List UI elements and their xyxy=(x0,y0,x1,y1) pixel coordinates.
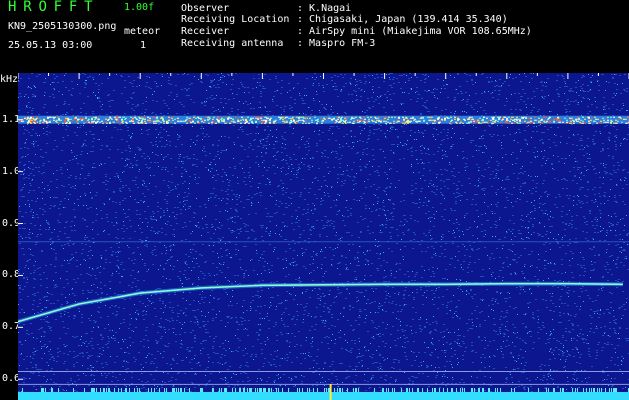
version-label: 1.00f xyxy=(124,2,155,13)
info-value-receiver: : AirSpy mini (Miakejima VOR 108.65MHz) xyxy=(297,26,532,37)
filename-label: KN9_2505130300.png xyxy=(8,21,117,32)
meteor-label: meteor xyxy=(124,26,161,37)
info-value-antenna: : Maspro FM-3 xyxy=(297,38,376,49)
info-key-antenna: Receiving antenna xyxy=(181,38,284,49)
header-panel: HROFFT 1.00f KN9_2505130300.png 25.05.13… xyxy=(0,0,629,73)
spectrogram-plot xyxy=(18,73,629,400)
meteor-count: 1 xyxy=(140,40,147,51)
info-key-location: Receiving Location xyxy=(181,14,290,25)
info-value-location: : Chigasaki, Japan (139.414 35.340) xyxy=(297,14,508,25)
bottom-noise-strip xyxy=(18,392,629,400)
y-axis-label: kHz xyxy=(0,74,19,85)
spectrogram-svg xyxy=(18,73,629,400)
info-value-observer: : K.Nagai xyxy=(297,3,352,14)
app-title: HROFFT xyxy=(8,0,100,15)
meteor-marker xyxy=(329,384,332,400)
datetime-label: 25.05.13 03:00 xyxy=(8,40,93,51)
info-key-receiver: Receiver xyxy=(181,26,230,37)
info-key-observer: Observer xyxy=(181,3,230,14)
